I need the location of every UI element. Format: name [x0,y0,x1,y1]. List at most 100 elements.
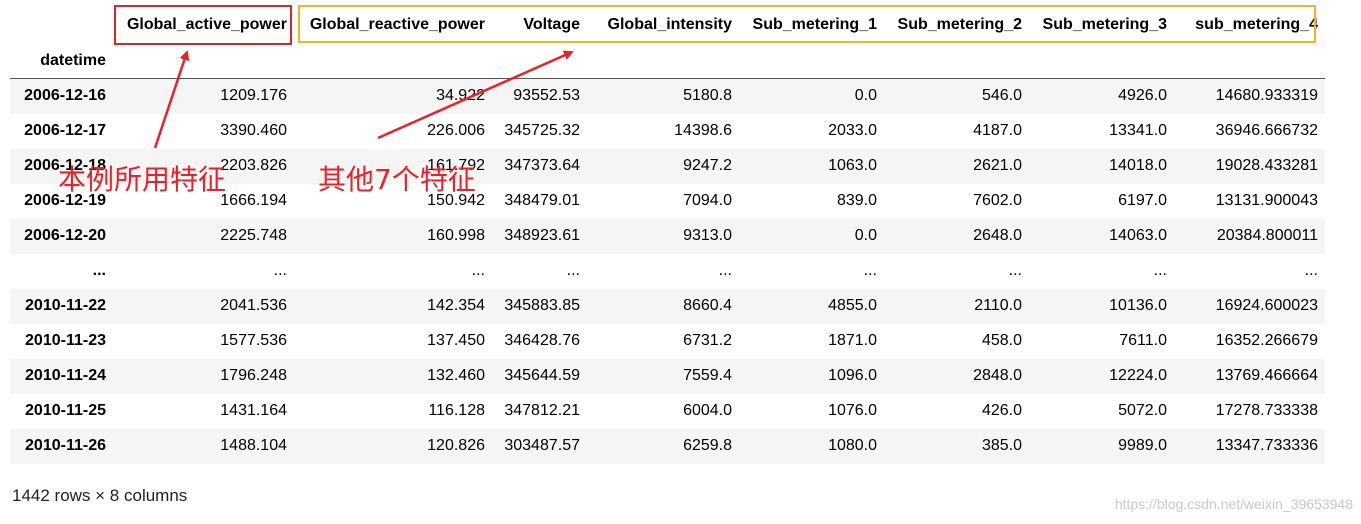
table-cell: 3390.460 [220,122,287,139]
row-index: 2010-11-26 [25,437,106,454]
table-cell: 226.006 [427,122,485,139]
table-cell: 7611.0 [1119,332,1167,349]
table-cell: 0.0 [854,227,877,244]
table-cell: 1080.0 [828,437,877,454]
table-cell: 2848.0 [973,367,1022,384]
row-index: 2010-11-23 [25,332,106,349]
table-cell: 2225.748 [220,227,287,244]
selected-feature-label: 本例所用特征 [58,163,227,196]
table-cell: ... [718,262,732,279]
table-cell: 347373.64 [504,157,580,174]
table-cell: 20384.800011 [1216,227,1318,244]
table-cell: 10136.0 [1109,297,1167,314]
table-cell: 2621.0 [973,157,1022,174]
table-cell: 6259.8 [683,437,732,454]
table-cell: 2648.0 [973,227,1022,244]
table-cell: 116.128 [428,402,485,419]
row-index: 2010-11-22 [25,297,106,314]
table-cell: 6731.2 [683,332,732,349]
table-cell: 7602.0 [973,192,1022,209]
table-cell: ... [1008,262,1022,279]
table-row: 2010-11-23 1577.536 137.450 346428.76 6731.2… [10,323,1325,359]
table-cell: 93552.53 [513,87,580,105]
table-cell: 1076.0 [828,402,877,419]
table-cell: 2033.0 [828,122,877,139]
row-index: 2006-12-17 [24,122,106,139]
table-cell: 13341.0 [1109,122,1167,139]
table-cell: 137.450 [427,332,485,349]
table-cell: 120.826 [427,437,485,454]
table-row: 2010-11-25 1431.164 116.128 347812.21 6004.0… [10,393,1325,429]
table-cell: 14063.0 [1109,227,1167,244]
table-cell: 345644.59 [504,367,580,384]
table-cell: 7094.0 [683,192,732,209]
table-cell: 346428.76 [504,332,580,349]
table-cell: 1577.536 [220,332,287,349]
table-cell: 13131.900043 [1215,192,1318,209]
table-cell: 8660.4 [683,297,732,314]
table-row: 2006-12-20 2225.748 160.998 348923.61 9313.0… [10,218,1325,254]
table-cell: 2110.0 [974,297,1022,314]
table-cell: 14398.6 [674,122,732,139]
table-cell: 132.460 [427,367,485,384]
table-cell: 458.0 [981,332,1022,349]
table-cell: ... [566,262,580,279]
table-cell: ... [471,262,485,279]
table-cell: 9313.0 [683,227,732,244]
table-cell: 1096.0 [828,367,877,384]
table-cell: 36946.666732 [1215,122,1318,139]
table-cell: 16924.600023 [1215,297,1318,314]
table-cell: 0.0 [854,87,877,105]
table-row: 2010-11-22 2041.536 142.354 345883.85 8660.4… [10,288,1325,324]
table-cell: 2041.536 [220,297,287,314]
dataframe-table: Global_active_power Global_reactive_powe… [10,6,1325,464]
row-index: 2010-11-25 [25,402,106,419]
table-cell: 348923.61 [504,227,580,244]
table-cell: 19028.433281 [1215,157,1318,174]
table-cell: 17278.733338 [1215,402,1318,419]
row-index: 2006-12-20 [24,227,106,244]
table-cell: 9989.0 [1118,437,1167,454]
table-cell: 426.0 [981,402,1022,419]
table-cell: 1063.0 [828,157,877,174]
table-row: 2010-11-26 1488.104 120.826 303487.57 6259.8… [10,428,1325,464]
table-cell: 9247.2 [683,157,732,174]
table-cell: 6197.0 [1118,192,1167,209]
other-features-label: 其他7个特征 [318,163,476,196]
row-index: ... [92,262,106,279]
row-index: 2006-12-16 [24,87,106,105]
table-cell: 6004.0 [683,402,732,419]
table-cell: 1871.0 [828,332,877,349]
watermark-text: https://blog.csdn.net/weixin_39653948 [1114,496,1353,512]
table-cell: 16352.266679 [1215,332,1318,349]
table-row: ........................... [10,253,1325,289]
table-cell: 5180.8 [683,87,732,105]
selected-feature-highlight [114,5,292,45]
table-cell: 4187.0 [973,122,1022,139]
index-name: datetime [10,44,114,79]
table-cell: 345883.85 [504,297,580,314]
table-cell: 1488.104 [220,437,287,454]
table-cell: 347812.21 [504,402,580,419]
table-cell: ... [863,262,877,279]
table-cell: 13769.466664 [1215,367,1318,384]
table-cell: 1431.164 [220,402,287,419]
header-corner [10,6,114,44]
table-cell: 5072.0 [1118,402,1167,419]
table-cell: 13347.733336 [1215,437,1318,454]
table-cell: 1209.176 [220,87,287,105]
table-cell: ... [1304,262,1318,279]
table-row: 2010-11-24 1796.248 132.460 345644.59 7559.4… [10,358,1325,394]
dataframe-output: Global_active_power Global_reactive_powe… [0,0,1361,524]
index-name-row: datetime [10,44,1325,79]
table-row: 2006-12-16 1209.176 34.922 93552.53 5180.8 0.… [10,78,1325,114]
table-cell: 546.0 [981,87,1022,105]
table-cell: 4855.0 [828,297,877,314]
other-features-highlight [298,5,1316,43]
table-cell: ... [273,262,287,279]
table-cell: 7559.4 [683,367,732,384]
row-count-summary: 1442 rows × 8 columns [12,486,188,505]
table-row: 2006-12-17 3390.460 226.006 345725.32 14398.… [10,113,1325,149]
table-cell: 14018.0 [1109,157,1167,174]
table-cell: 1796.248 [220,367,287,384]
